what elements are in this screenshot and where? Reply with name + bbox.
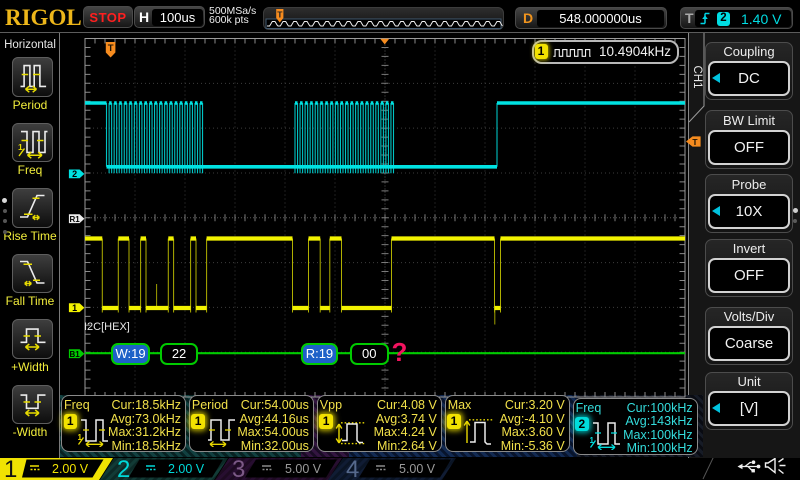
svg-text:R1: R1 — [69, 215, 80, 224]
svg-text:2: 2 — [72, 169, 77, 179]
svg-text:3: 3 — [232, 458, 245, 480]
svg-text:1: 1 — [72, 303, 77, 313]
svg-text:2.00 V: 2.00 V — [52, 462, 89, 476]
svg-text:1: 1 — [4, 458, 17, 480]
svg-text:T: T — [692, 137, 698, 147]
svg-text:2: 2 — [117, 458, 130, 480]
svg-text:5.00 V: 5.00 V — [285, 462, 322, 476]
svg-text:5.00 V: 5.00 V — [399, 462, 436, 476]
svg-text:T: T — [108, 43, 114, 54]
svg-text:B1: B1 — [69, 350, 80, 359]
svg-text:4: 4 — [346, 458, 359, 480]
svg-text:2.00 V: 2.00 V — [168, 462, 205, 476]
